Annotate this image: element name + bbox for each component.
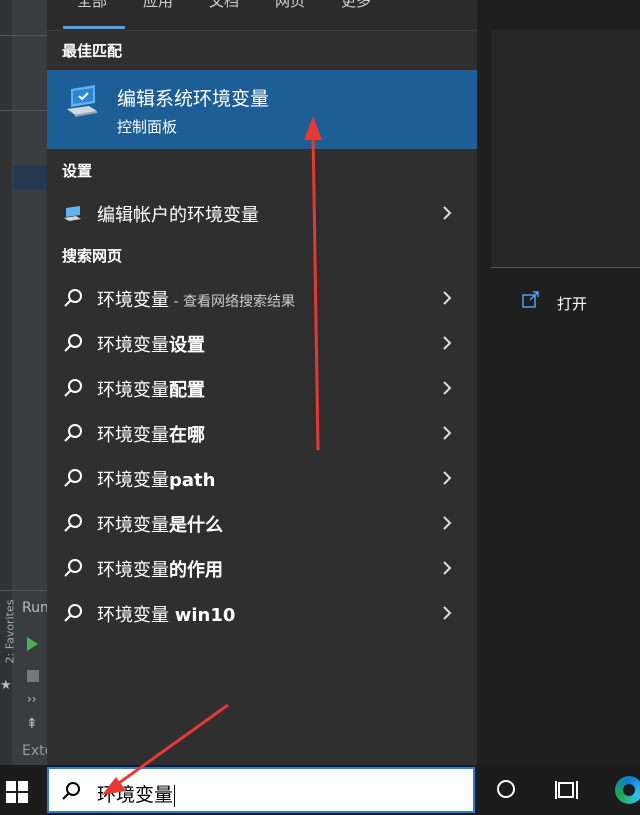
annotation-arrows (102, 116, 322, 795)
annotation-arrow-up (304, 116, 322, 451)
annotation-arrow-down (102, 703, 229, 795)
